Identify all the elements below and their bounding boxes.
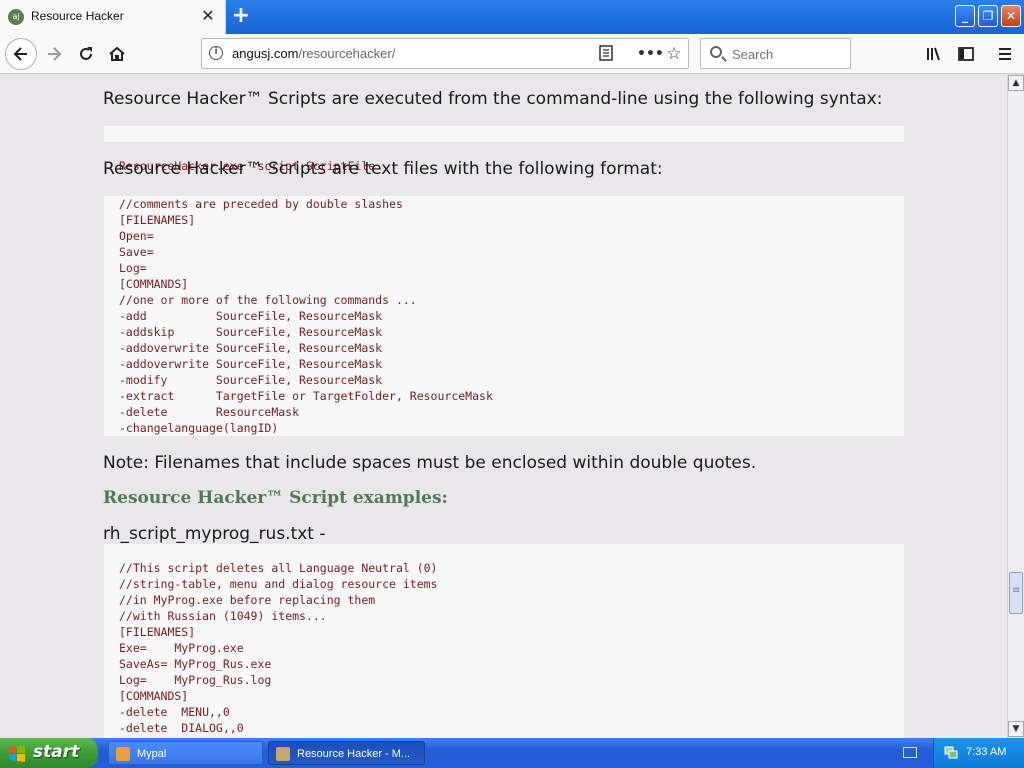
back-button[interactable] [5,38,37,70]
code-line: -addskip SourceFile, ResourceMask [119,325,383,339]
home-icon [109,46,125,61]
home-button[interactable] [103,40,131,68]
code-line: Save= [119,245,154,259]
tab-title: Resource Hacker [31,9,124,23]
forward-arrow-icon [48,47,62,61]
code-line: SaveAs= MyProg_Rus.exe [119,657,272,671]
code-line: -addoverwrite SourceFile, ResourceMask [119,341,383,355]
examples-heading: Resource Hacker™ Script examples: [103,488,448,508]
taskbar-item-label: Resource Hacker - M... [297,748,411,760]
tab-resource-hacker[interactable]: aj Resource Hacker ✕ [0,0,226,34]
syntax-code-block: ResourceHacker.exe -script ScriptFile [104,126,904,173]
code-line: [FILENAMES] [119,625,196,639]
navigation-toolbar: i angusj.com/resourcehacker/ ••• ☆ [0,34,1024,74]
taskbar: start Mypal Resource Hacker - M... 7:33 … [0,738,1024,768]
forward-button[interactable] [40,40,68,68]
page-actions-menu-icon[interactable]: ••• [637,45,664,63]
example-code-block: //This script deletes all Language Neutr… [104,544,904,738]
vertical-scrollbar[interactable]: ▲ ▼ [1007,75,1024,738]
bookmark-star-icon[interactable]: ☆ [665,45,683,63]
window-minimize-button[interactable]: _ [955,5,975,27]
library-button[interactable] [920,40,948,68]
search-input[interactable] [732,45,842,63]
syntax-paragraph: Resource Hacker™ Scripts are executed fr… [103,89,883,109]
start-button[interactable]: start [0,738,98,768]
scrollbar-thumb[interactable] [1009,572,1023,614]
code-line: //with Russian (1049) items... [119,609,327,623]
scroll-up-arrow-icon[interactable]: ▲ [1008,75,1024,91]
code-line: -add SourceFile, ResourceMask [119,309,383,323]
taskbar-item-mypal[interactable]: Mypal [108,741,263,765]
hamburger-menu-icon [999,48,1011,60]
sidebar-toggle-button[interactable] [952,40,980,68]
windows-flag-icon [9,745,25,762]
code-line: [COMMANDS] [119,689,189,703]
code-line: -changelanguage(langID) [119,421,279,435]
resource-hacker-app-icon [276,747,290,761]
code-line: //string-table, menu and dialog resource… [119,577,438,591]
system-tray: 7:33 AM [933,738,1024,768]
code-line: [COMMANDS] [119,277,189,291]
taskbar-item-resource-hacker[interactable]: Resource Hacker - M... [268,741,425,765]
code-line: -extract TargetFile or TargetFolder, Res… [119,389,493,403]
code-line: //in MyProg.exe before replacing them [119,593,376,607]
start-label: start [33,742,80,762]
code-line: -addoverwrite SourceFile, ResourceMask [119,357,383,371]
code-line: [FILENAMES] [119,213,196,227]
reload-button[interactable] [72,40,100,68]
code-line: -delete MENU,,0 [119,705,230,719]
scroll-down-arrow-icon[interactable]: ▼ [1008,721,1024,737]
format-paragraph: Resource Hacker™ Scripts are text files … [103,159,663,179]
url-host: angusj.com [232,46,299,61]
code-line: Log= [119,261,147,275]
code-line: //This script deletes all Language Neutr… [119,561,438,575]
url-path: /resourcehacker/ [298,46,396,61]
library-icon [927,47,940,61]
code-line: Exe= MyProg.exe [119,641,244,655]
window-close-button[interactable]: ✕ [1001,5,1021,27]
search-icon [710,46,722,58]
code-line: -delete DIALOG,,0 [119,721,244,735]
back-arrow-icon [13,47,27,61]
network-icon[interactable] [944,745,958,759]
code-line: -delete ResourceMask [119,405,300,419]
taskbar-item-label: Mypal [137,748,167,760]
search-bar[interactable] [700,38,851,69]
code-line: Open= [119,229,154,243]
site-info-icon[interactable]: i [209,46,223,60]
example-filename: rh_script_myprog_rus.txt - [103,524,326,544]
window-restore-button[interactable]: ❐ [978,5,998,27]
reader-view-icon[interactable] [597,45,615,63]
address-bar[interactable]: i angusj.com/resourcehacker/ ••• ☆ [201,38,689,69]
tab-close-icon[interactable]: ✕ [199,7,217,25]
clock[interactable]: 7:33 AM [966,746,1006,758]
code-line: -modify SourceFile, ResourceMask [119,373,383,387]
main-menu-button[interactable] [991,40,1019,68]
mypal-app-icon [116,747,130,761]
format-code-block: //comments are preceded by double slashe… [104,196,904,436]
reload-icon [80,47,92,60]
keyboard-icon[interactable] [903,747,917,758]
url-text[interactable]: angusj.com/resourcehacker/ [232,46,395,61]
code-line: Log= MyProg_Rus.log [119,673,272,687]
note-paragraph: Note: Filenames that include spaces must… [103,453,757,473]
code-line: //one or more of the following commands … [119,293,417,307]
tab-strip: aj Resource Hacker ✕ + _ ❐ ✕ [0,0,1024,34]
site-favicon-icon: aj [8,9,24,25]
new-tab-button[interactable]: + [230,5,252,27]
page-content: Resource Hacker™ Scripts are executed fr… [0,75,1007,738]
sidebar-icon [958,47,974,61]
code-line: //comments are preceded by double slashe… [119,197,403,211]
